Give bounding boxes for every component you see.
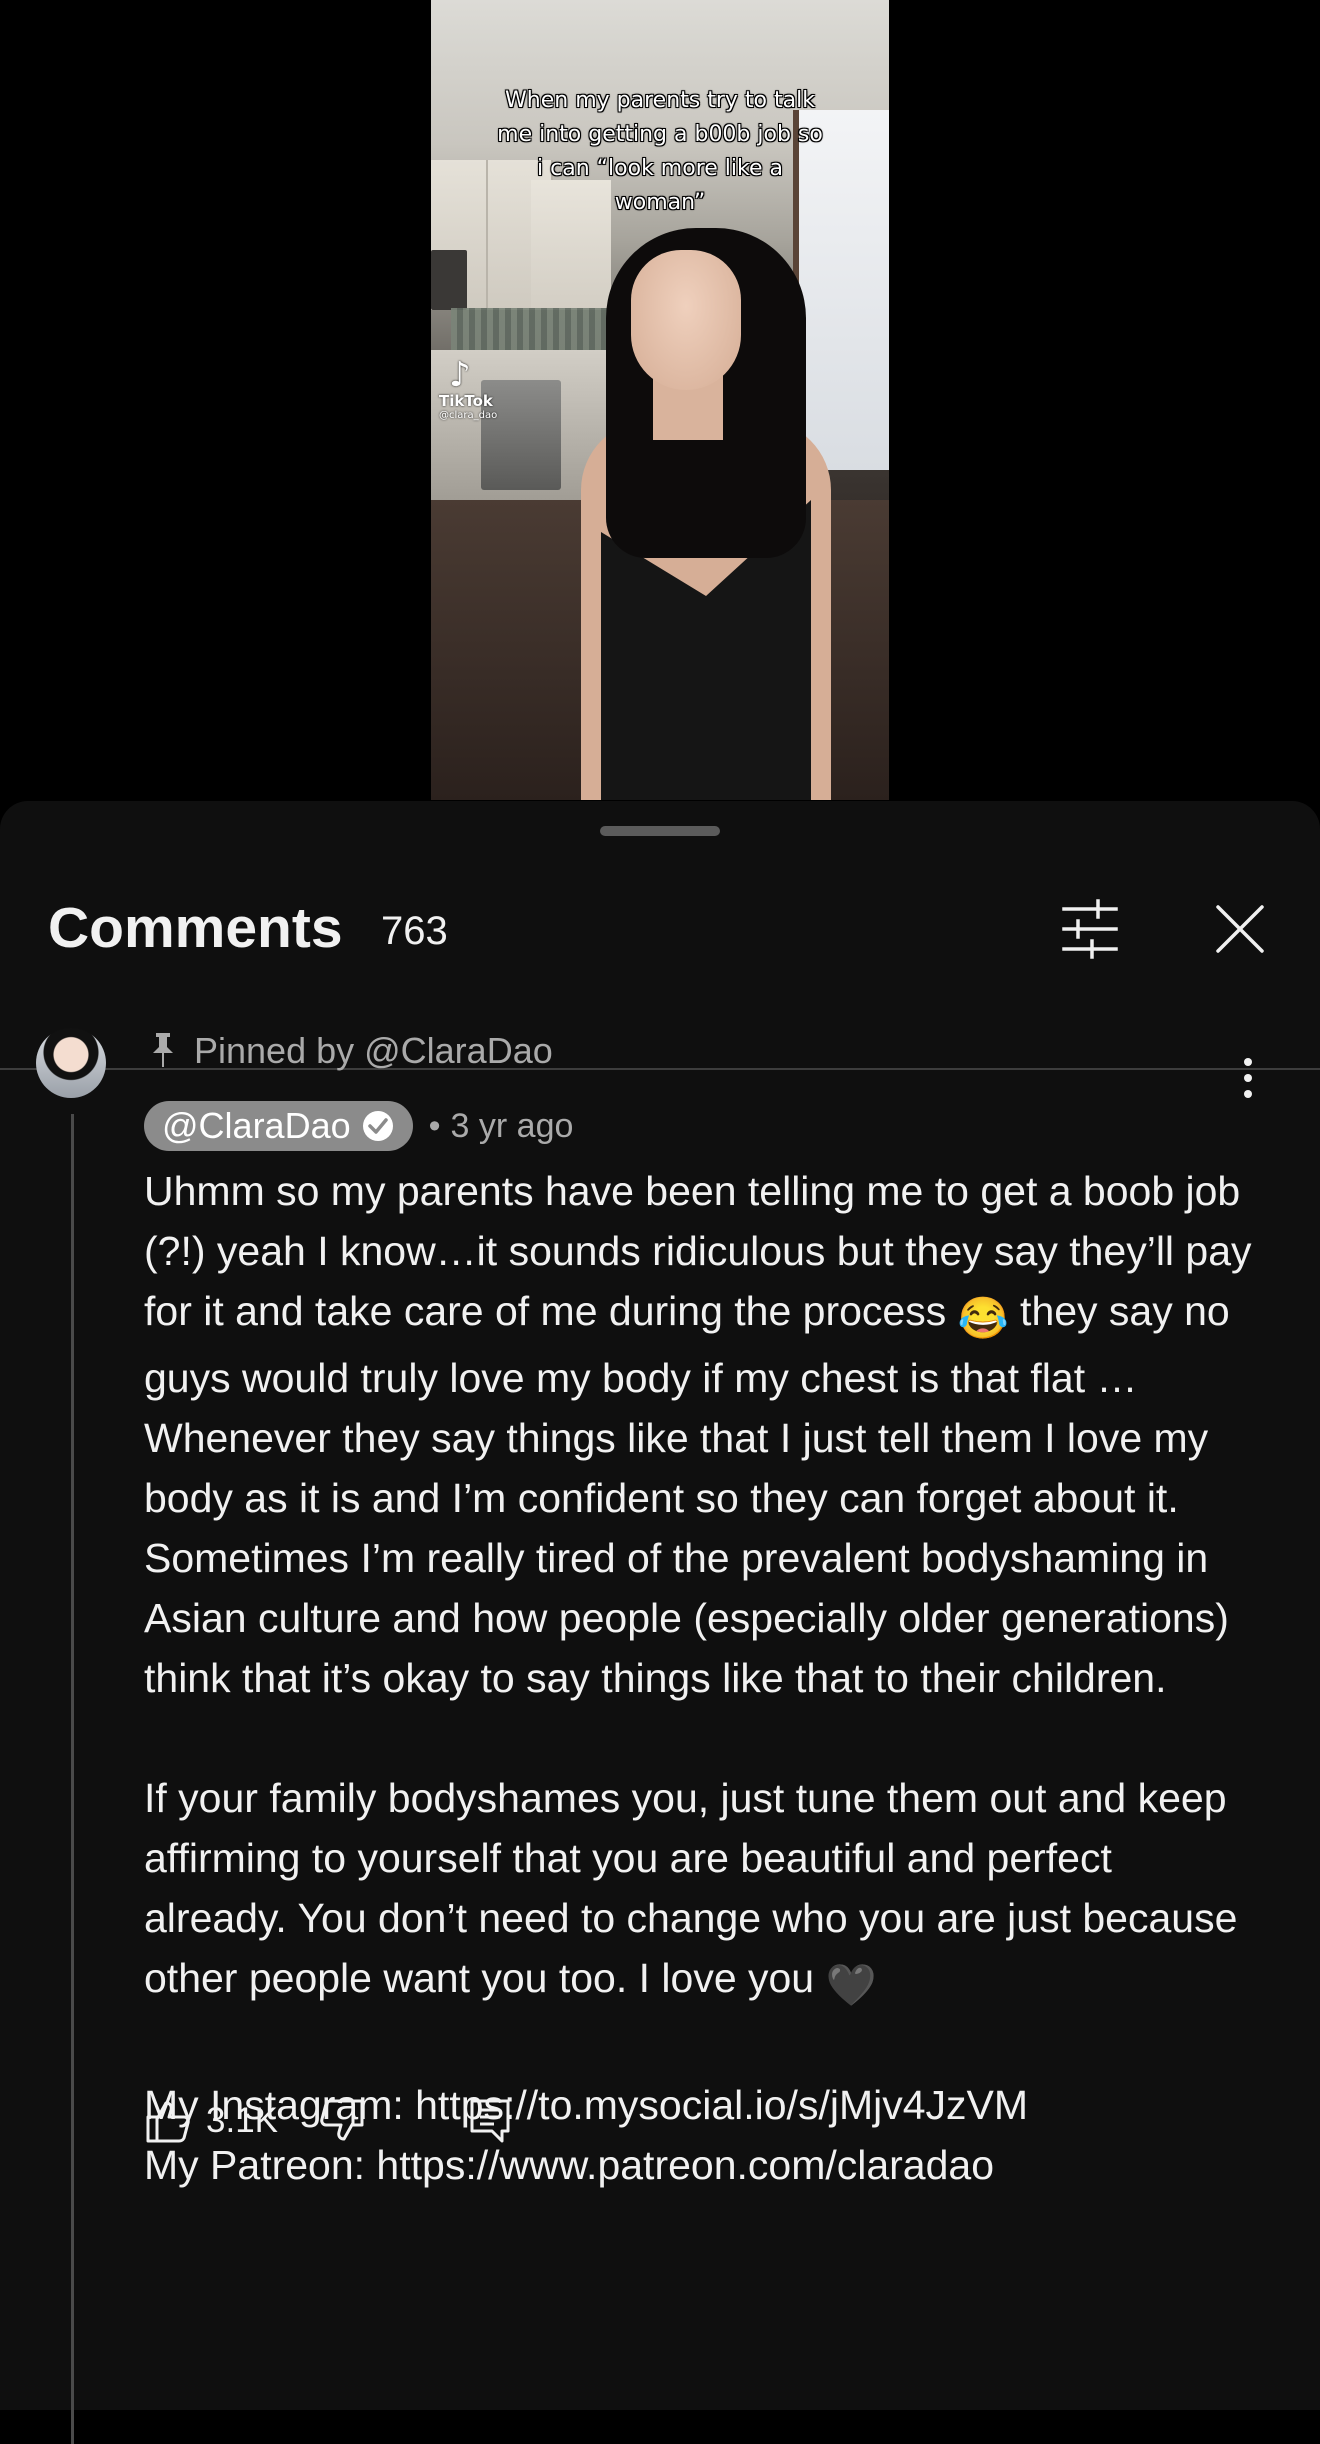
reply-icon	[470, 2099, 510, 2143]
comment-text: they say no guys would truly love my bod…	[144, 1288, 1230, 1701]
drag-handle[interactable]	[600, 826, 720, 836]
author-chip[interactable]: @ClaraDao	[144, 1101, 413, 1151]
avatar[interactable]	[36, 1028, 106, 1098]
reply-button[interactable]	[466, 2097, 514, 2145]
more-vert-icon	[1244, 1058, 1252, 1098]
comments-header: Comments 763	[0, 871, 1320, 1070]
video-player[interactable]: When my parents try to talk me into gett…	[0, 0, 1320, 820]
separator-dot: •	[428, 1106, 441, 1145]
close-button[interactable]	[1208, 897, 1272, 961]
pinned-label: Pinned by @ClaraDao	[146, 1026, 553, 1076]
comment-body: Uhmm so my parents have been telling me …	[144, 1161, 1264, 2195]
tiktok-icon: ♪	[449, 355, 471, 395]
like-button[interactable]	[144, 2097, 192, 2145]
comment-paragraph: If your family bodyshames you, just tune…	[144, 1768, 1264, 2015]
verified-check-icon	[362, 1111, 393, 1141]
comment-paragraph: Uhmm so my parents have been telling me …	[144, 1161, 1264, 1708]
thumbs-up-icon	[146, 2101, 190, 2143]
comment-timestamp: 3 yr ago	[450, 1106, 574, 1145]
comment-text: If your family bodyshames you, just tune…	[144, 1775, 1238, 2001]
sort-filter-button[interactable]	[1058, 897, 1122, 961]
author-name: @ClaraDao	[162, 1105, 351, 1146]
thumbs-down-icon	[320, 2099, 364, 2141]
comments-sheet: Comments 763 Pinned by @ClaraDao @ClaraD…	[0, 801, 1320, 2444]
black-heart-emoji-icon: 🖤	[825, 1962, 877, 2008]
video-frame[interactable]: When my parents try to talk me into gett…	[431, 0, 889, 800]
like-count: 3.1K	[206, 2101, 278, 2140]
sliders-icon	[1062, 899, 1118, 959]
tiktok-username: @clara_dao	[439, 410, 498, 421]
laughing-emoji-icon: 😂	[957, 1295, 1009, 1341]
comment-actions: 3.1K	[144, 2086, 514, 2156]
author-row: @ClaraDao • 3 yr ago	[144, 1101, 573, 1151]
video-caption: When my parents try to talk me into gett…	[497, 88, 823, 215]
tiktok-brand: TikTok	[439, 392, 493, 410]
tiktok-watermark: ♪ TikTok @clara_dao	[439, 358, 497, 421]
close-icon	[1216, 905, 1264, 953]
dislike-button[interactable]	[318, 2097, 366, 2145]
comments-count: 763	[381, 909, 448, 953]
pinned-text: Pinned by @ClaraDao	[194, 1030, 553, 1071]
video-scene-detail	[451, 308, 611, 350]
comments-title: Comments	[48, 896, 343, 960]
pin-icon	[153, 1033, 173, 1067]
video-person	[631, 250, 741, 390]
video-scene-detail	[431, 250, 467, 310]
thread-line	[71, 1114, 74, 2444]
more-options-button[interactable]	[1228, 1050, 1268, 1106]
